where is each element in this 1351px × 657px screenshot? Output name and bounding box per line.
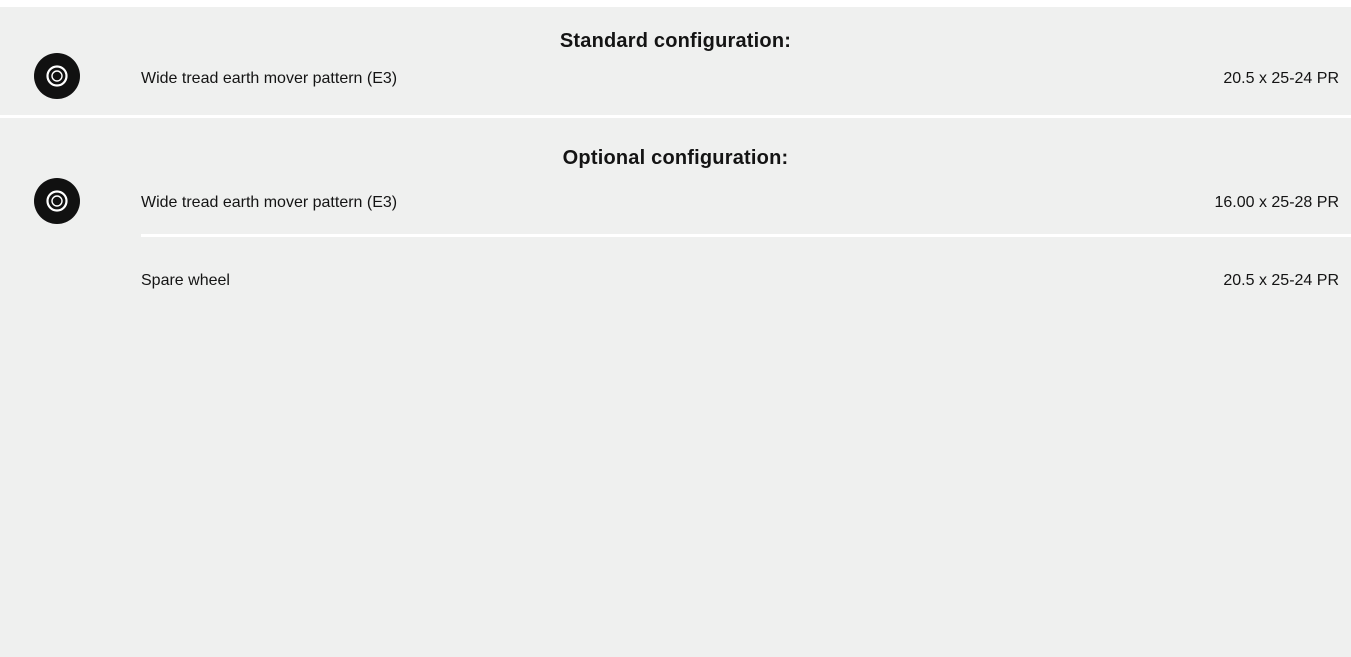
list-item: Wide tread earth mover pattern (E3) 16.0… [141,193,1339,233]
tire-icon [34,53,80,99]
section-title: Standard configuration: [559,30,792,52]
tire-icon [34,178,80,224]
tire-configuration-panel: Standard configuration: Wide tread earth… [0,7,1351,657]
spare-wheel-label: Spare wheel [141,272,230,289]
list-item: Wide tread earth mover pattern (E3) 20.5… [141,69,1339,109]
row-divider [141,234,1351,237]
tire-size-value: 16.00 x 25-28 PR [1214,194,1339,211]
standard-configuration-section: Standard configuration: Wide tread earth… [0,7,1351,118]
tire-pattern-label: Wide tread earth mover pattern (E3) [141,70,398,87]
tire-size-value: 20.5 x 25-24 PR [1223,272,1339,289]
optional-configuration-section: Optional configuration: Wide tread earth… [0,118,1351,655]
tire-size-value: 20.5 x 25-24 PR [1223,70,1339,87]
section-title: Optional configuration: [562,147,789,169]
list-item: Spare wheel 20.5 x 25-24 PR [141,271,1339,311]
tire-pattern-label: Wide tread earth mover pattern (E3) [141,194,398,211]
